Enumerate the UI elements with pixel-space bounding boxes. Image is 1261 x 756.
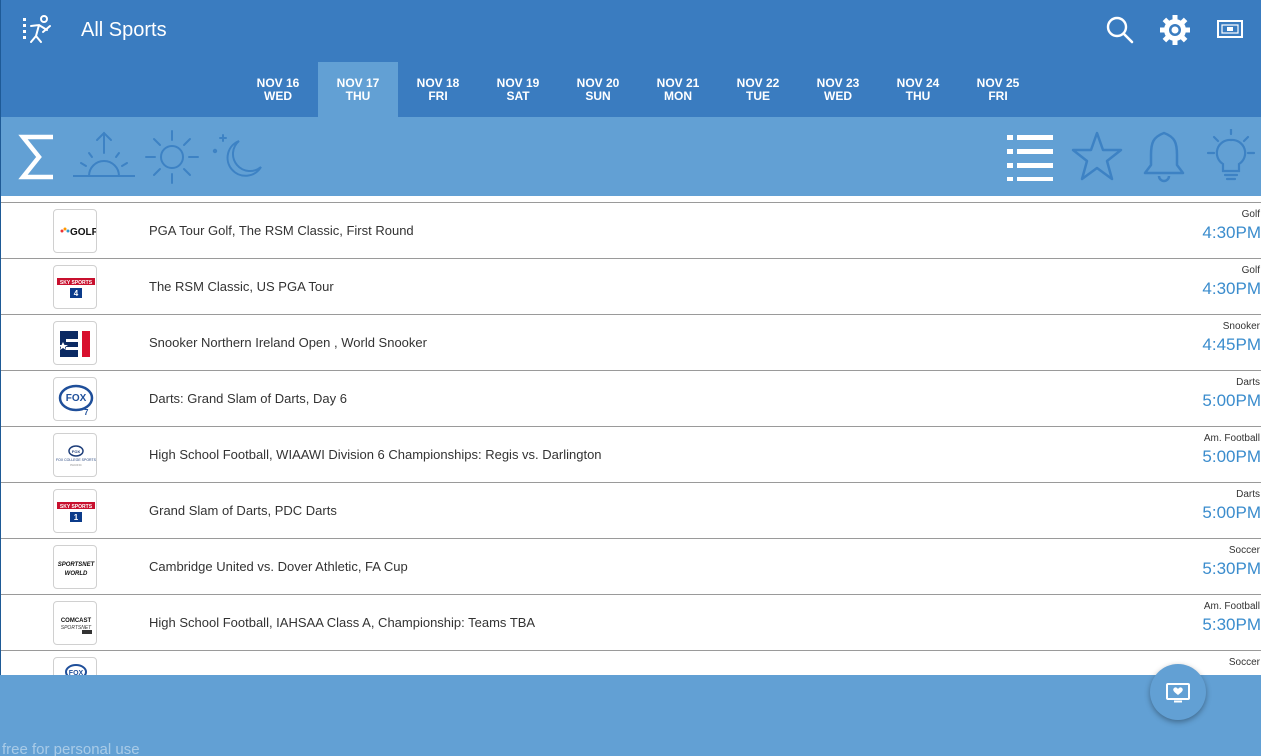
filter-bar [0, 117, 1261, 196]
date-tab-nov-16[interactable]: NOV 16 WED [238, 62, 318, 117]
cast-icon[interactable] [1214, 14, 1246, 46]
event-time: 5:30PM [1202, 559, 1261, 578]
list-item[interactable]: FOX FOX COLLEGE SPORTS PACIFIC High Scho… [1, 427, 1261, 483]
event-time: 5:00PM [1202, 391, 1261, 410]
date-tab-weekday: SUN [585, 89, 611, 103]
date-tab-weekday: FRI [988, 89, 1008, 103]
channel-logo: COMCAST SPORTSNET [53, 601, 97, 645]
date-tab-nov-24[interactable]: NOV 24 THU [878, 62, 958, 117]
list-item[interactable]: FOX Soccer [1, 651, 1261, 675]
list-item[interactable]: Snooker Northern Ireland Open , World Sn… [1, 315, 1261, 371]
list-icon[interactable] [999, 129, 1061, 185]
channel-logo: FOX FOX COLLEGE SPORTS PACIFIC [53, 433, 97, 477]
svg-text:SKY SPORTS: SKY SPORTS [60, 504, 93, 510]
app-logo-icon[interactable] [21, 14, 55, 48]
event-time: 4:30PM [1202, 279, 1261, 298]
settings-icon[interactable] [1159, 14, 1191, 46]
event-time: 5:00PM [1202, 447, 1261, 466]
tv-icon [1166, 683, 1190, 703]
channel-logo: SKY SPORTS 4 [53, 265, 97, 309]
date-tab-weekday: WED [264, 89, 292, 103]
event-sport: Golf [1241, 265, 1260, 276]
svg-text:SKY SPORTS: SKY SPORTS [60, 280, 93, 286]
svg-text:FOX: FOX [72, 449, 81, 454]
date-tab-weekday: SAT [506, 89, 530, 103]
event-time: 4:45PM [1202, 335, 1261, 354]
event-title: Snooker Northern Ireland Open , World Sn… [149, 335, 427, 350]
date-tab-weekday: THU [905, 89, 931, 103]
svg-text:4: 4 [74, 289, 79, 298]
list-divider [1, 196, 1261, 203]
channel-logo [53, 321, 97, 365]
svg-text:1: 1 [74, 513, 79, 522]
list-item[interactable]: SPORTSNET WORLD Cambridge United vs. Dov… [1, 539, 1261, 595]
bulb-icon[interactable] [1200, 129, 1261, 185]
date-tab-nov-21[interactable]: NOV 21 MON [638, 62, 718, 117]
logo-text: GOLF [70, 227, 97, 238]
event-sport: Am. Football [1203, 601, 1260, 612]
date-tab-nov-23[interactable]: NOV 23 WED [798, 62, 878, 117]
date-tab-weekday: FRI [428, 89, 448, 103]
date-tabs: NOV 16 WED NOV 17 THU NOV 18 FRI NOV 19 … [0, 62, 1261, 117]
event-time: 5:30PM [1202, 615, 1261, 634]
top-bar: All Sports [0, 0, 1261, 62]
event-title: The RSM Classic, US PGA Tour [149, 279, 334, 294]
event-title: PGA Tour Golf, The RSM Classic, First Ro… [149, 223, 414, 238]
date-tab-nov-20[interactable]: NOV 20 SUN [558, 62, 638, 117]
event-sport: Golf [1241, 209, 1260, 220]
bottom-bar [0, 675, 1261, 756]
sunrise-icon[interactable] [73, 129, 135, 185]
star-icon[interactable] [1066, 129, 1128, 185]
date-tab-nov-17[interactable]: NOV 17 THU [318, 62, 398, 117]
svg-text:SPORTSNET: SPORTSNET [58, 562, 96, 568]
bell-icon[interactable] [1133, 129, 1195, 185]
list-item[interactable]: SKY SPORTS 1 Grand Slam of Darts, PDC Da… [1, 483, 1261, 539]
event-title: High School Football, WIAAWI Division 6 … [149, 447, 602, 462]
svg-text:COMCAST: COMCAST [61, 618, 92, 624]
svg-text:PACIFIC: PACIFIC [70, 463, 82, 467]
event-sport: Darts [1236, 377, 1260, 388]
svg-text:FOX COLLEGE SPORTS: FOX COLLEGE SPORTS [56, 458, 97, 462]
sun-icon[interactable] [141, 129, 203, 185]
event-sport: Snooker [1222, 321, 1260, 332]
date-tab-weekday: WED [824, 89, 852, 103]
date-tab-nov-25[interactable]: NOV 25 FRI [958, 62, 1038, 117]
date-tab-weekday: THU [345, 89, 371, 103]
moon-icon[interactable] [209, 129, 271, 185]
event-time: 5:00PM [1202, 503, 1261, 522]
svg-text:WORLD: WORLD [65, 571, 88, 577]
app: All Sports NOV 16 WED NOV 17 THU NOV 18 … [0, 0, 1261, 756]
list-item[interactable]: COMCAST SPORTSNET High School Football, … [1, 595, 1261, 651]
list-item[interactable]: FOX 7 Darts: Grand Slam of Darts, Day 6 … [1, 371, 1261, 427]
event-title: High School Football, IAHSAA Class A, Ch… [149, 615, 536, 630]
date-tab-nov-19[interactable]: NOV 19 SAT [478, 62, 558, 117]
event-list: GOLF PGA Tour Golf, The RSM Classic, Fir… [0, 196, 1261, 675]
date-tab-weekday: TUE [746, 89, 770, 103]
svg-text:FOX: FOX [66, 393, 87, 404]
event-sport: Soccer [1228, 545, 1260, 556]
svg-text:7: 7 [84, 408, 89, 417]
event-title: Grand Slam of Darts, PDC Darts [149, 503, 337, 518]
event-sport: Darts [1236, 489, 1260, 500]
event-title: Cambridge United vs. Dover Athletic, FA … [149, 559, 408, 574]
event-title: Darts: Grand Slam of Darts, Day 6 [149, 391, 347, 406]
event-sport: Am. Football [1203, 433, 1260, 444]
list-item[interactable]: GOLF PGA Tour Golf, The RSM Classic, Fir… [1, 203, 1261, 259]
tv-fab-button[interactable] [1150, 664, 1206, 720]
channel-logo: SKY SPORTS 1 [53, 489, 97, 533]
date-tab-weekday: MON [664, 89, 692, 103]
date-tab-nov-22[interactable]: NOV 22 TUE [718, 62, 798, 117]
date-tab-nov-18[interactable]: NOV 18 FRI [398, 62, 478, 117]
event-time: 4:30PM [1202, 223, 1261, 242]
watermark-text: free for personal use [2, 741, 140, 756]
search-icon[interactable] [1104, 14, 1136, 46]
event-sport: Soccer [1228, 657, 1260, 668]
channel-logo: GOLF [53, 209, 97, 253]
channel-logo: SPORTSNET WORLD [53, 545, 97, 589]
page-title: All Sports [81, 19, 167, 41]
sum-icon[interactable] [9, 129, 71, 185]
channel-logo: FOX [53, 657, 97, 675]
channel-logo: FOX 7 [53, 377, 97, 421]
list-item[interactable]: SKY SPORTS 4 The RSM Classic, US PGA Tou… [1, 259, 1261, 315]
